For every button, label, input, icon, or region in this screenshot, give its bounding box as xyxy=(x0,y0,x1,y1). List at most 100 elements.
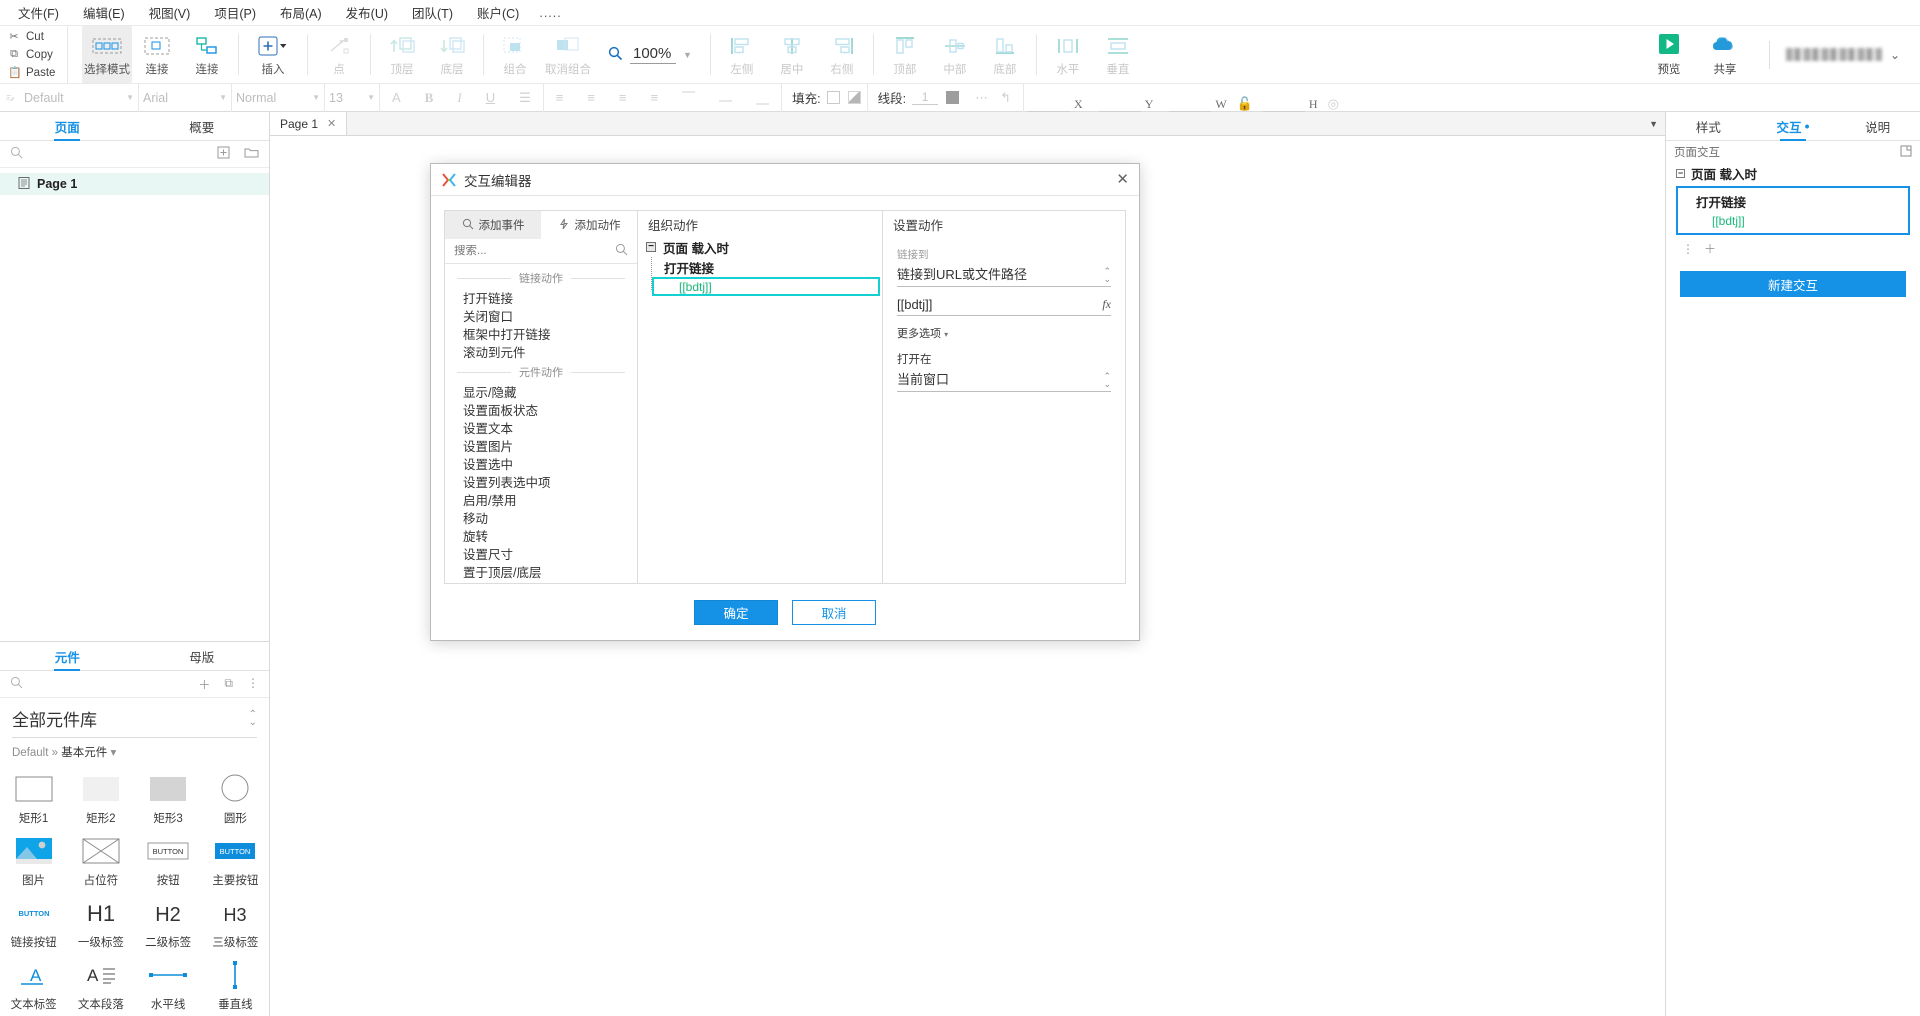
tab-add-event[interactable]: 添加事件 xyxy=(445,211,541,239)
fx-icon[interactable]: fx xyxy=(1102,297,1111,312)
tab-style[interactable]: 样式 xyxy=(1666,112,1751,140)
tab-masters[interactable]: 母版 xyxy=(135,642,270,670)
collapse-icon[interactable]: − xyxy=(1676,168,1685,178)
tab-add-action[interactable]: 添加动作 xyxy=(541,211,637,239)
style-select[interactable]: Default ▼ xyxy=(20,84,138,112)
widget-item[interactable]: H2 二级标签 xyxy=(135,892,202,954)
align-bottom-button[interactable]: 底部 xyxy=(980,26,1030,83)
ungroup-button[interactable]: 取消组合 xyxy=(540,26,596,83)
widget-item[interactable]: BUTTON 主要按钮 xyxy=(202,830,269,892)
tab-notes[interactable]: 说明 xyxy=(1835,112,1920,140)
action-item[interactable]: 移动 xyxy=(445,508,637,526)
action-item[interactable]: 设置列表选中项 xyxy=(445,472,637,490)
widget-item[interactable]: BUTTON 链接按钮 xyxy=(0,892,67,954)
preview-button[interactable]: 预览 xyxy=(1641,33,1697,77)
widget-item[interactable]: 图片 xyxy=(0,830,67,892)
menu-publish[interactable]: 发布(U) xyxy=(334,0,400,26)
paste-button[interactable]: 📋 Paste xyxy=(8,64,67,81)
group-button[interactable]: 组合 xyxy=(490,26,540,83)
align-center-button[interactable]: 居中 xyxy=(767,26,817,83)
align-right-button[interactable]: 右侧 xyxy=(817,26,867,83)
line-style-icon[interactable]: ⋯ xyxy=(969,90,994,106)
menu-file[interactable]: 文件(F) xyxy=(6,0,71,26)
action-item[interactable]: 框架中打开链接 xyxy=(445,324,637,342)
spinner-icon[interactable]: ⌃ ⌄ xyxy=(1103,267,1111,284)
bold-button[interactable]: B xyxy=(413,84,446,112)
add-library-icon[interactable]: ＋ xyxy=(198,676,210,693)
more-options-toggle[interactable]: 更多选项 ▾ xyxy=(897,316,1111,341)
menu-layout[interactable]: 布局(A) xyxy=(268,0,334,26)
zoom-control[interactable]: 100% ▼ xyxy=(596,26,704,83)
add-interaction-row[interactable]: ⋮ ＋ xyxy=(1672,235,1914,257)
menu-account[interactable]: 账户(C) xyxy=(465,0,531,26)
action-item[interactable]: 显示/隐藏 xyxy=(445,382,637,400)
add-folder-icon[interactable] xyxy=(244,146,259,162)
action-item[interactable]: 旋转 xyxy=(445,526,637,544)
library-breadcrumb[interactable]: Default » 基本元件 ▾ xyxy=(0,738,269,764)
organize-event-row[interactable]: − 页面 载入时 xyxy=(638,237,882,257)
page-list-item[interactable]: Page 1 xyxy=(0,173,269,195)
select-mode-button[interactable]: 选择模式 xyxy=(82,26,132,83)
action-item[interactable]: 启用/禁用 xyxy=(445,490,637,508)
action-list[interactable]: 链接动作 打开链接 关闭窗口 框架中打开链接 滚动到元件 元件动作 显示/隐藏 … xyxy=(445,264,637,583)
spinner-icon[interactable]: ⌃ ⌄ xyxy=(1103,372,1111,389)
font-family-select[interactable]: Arial ▼ xyxy=(139,84,231,112)
page-tab[interactable]: Page 1 ✕ xyxy=(270,112,348,135)
align-text-right-button[interactable]: ≡ xyxy=(607,84,639,112)
font-color-button[interactable]: A xyxy=(380,84,413,112)
line-arrow-icon[interactable]: ↰ xyxy=(994,90,1017,106)
line-color-swatch[interactable] xyxy=(946,91,960,104)
list-button[interactable]: ☰ xyxy=(507,84,543,112)
widget-item[interactable]: 水平线 xyxy=(135,954,202,1016)
widget-item[interactable]: 圆形 xyxy=(202,768,269,830)
chevron-down-icon[interactable]: ▼ xyxy=(1649,119,1658,129)
plus-icon[interactable]: ＋ xyxy=(1704,240,1716,257)
action-search-input[interactable] xyxy=(454,245,609,257)
more-options-icon[interactable]: ⋮ xyxy=(247,676,259,693)
distribute-vertical-button[interactable]: 垂直 xyxy=(1093,26,1143,83)
organize-action-row[interactable]: 打开链接 xyxy=(650,257,882,277)
align-left-button[interactable]: 左侧 xyxy=(717,26,767,83)
open-in-select[interactable]: 当前窗口 ⌃ ⌄ xyxy=(897,369,1111,392)
lock-aspect-icon[interactable]: 🔓 xyxy=(1231,96,1259,112)
widget-item[interactable]: 矩形1 xyxy=(0,768,67,830)
interaction-selected-card[interactable]: 打开链接 [[bdtj]] xyxy=(1676,186,1910,235)
send-to-back-button[interactable]: 底层 xyxy=(427,26,477,83)
account-menu[interactable]: ⌄ xyxy=(1785,48,1904,62)
menu-overflow[interactable]: ..... xyxy=(531,2,569,24)
share-button[interactable]: 共享 xyxy=(1697,33,1753,77)
action-item[interactable]: 滚动到元件 xyxy=(445,342,637,360)
chevron-down-icon[interactable]: ▾ xyxy=(110,747,116,759)
action-item[interactable]: 设置文本 xyxy=(445,418,637,436)
h-input[interactable] xyxy=(1262,97,1305,112)
font-weight-select[interactable]: Normal ▼ xyxy=(232,84,324,112)
chevron-down-icon[interactable]: ⌄ xyxy=(1890,48,1900,62)
new-interaction-button[interactable]: 新建交互 xyxy=(1680,271,1906,297)
align-middle-button[interactable]: 中部 xyxy=(930,26,980,83)
x-input[interactable] xyxy=(1028,97,1071,112)
connector-button[interactable]: 连接 xyxy=(182,26,232,83)
align-text-justify-button[interactable]: ≡ xyxy=(639,84,671,112)
menu-edit[interactable]: 编辑(E) xyxy=(71,0,137,26)
library-selector[interactable]: 全部元件库 ⌃ ⌄ xyxy=(0,698,269,737)
close-icon[interactable]: ✕ xyxy=(1116,172,1129,187)
widget-search-input[interactable] xyxy=(29,677,193,691)
action-item[interactable]: 设置面板状态 xyxy=(445,400,637,418)
menu-project[interactable]: 项目(P) xyxy=(202,0,268,26)
action-item[interactable]: 设置尺寸 xyxy=(445,544,637,562)
y-input[interactable] xyxy=(1098,97,1141,112)
widget-item[interactable]: A 文本段落 xyxy=(67,954,134,1016)
underline-button[interactable]: U xyxy=(474,84,507,112)
widget-item[interactable]: 占位符 xyxy=(67,830,134,892)
font-size-select[interactable]: 13 ▼ xyxy=(325,84,379,112)
cut-button[interactable]: ✂ Cut xyxy=(8,28,67,45)
insert-button[interactable]: 插入 xyxy=(245,26,301,83)
tab-pages[interactable]: 页面 xyxy=(0,112,135,140)
action-item[interactable]: 打开链接 xyxy=(445,288,637,306)
widget-item[interactable]: BUTTON 按钮 xyxy=(135,830,202,892)
italic-button[interactable]: I xyxy=(445,84,473,112)
align-text-left-button[interactable]: ≡ xyxy=(544,84,576,112)
organize-target-row[interactable]: [[bdtj]] xyxy=(652,277,880,296)
ok-button[interactable]: 确定 xyxy=(694,599,778,625)
pages-search-input[interactable] xyxy=(29,147,211,161)
